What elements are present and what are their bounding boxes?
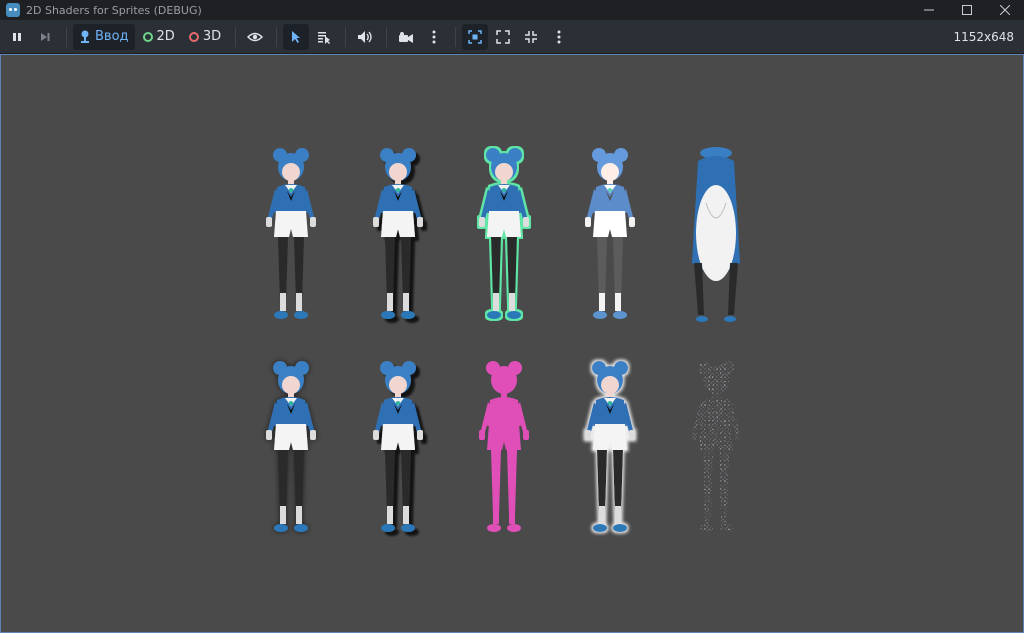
- step-frame-icon: [41, 32, 50, 41]
- select-tool-button[interactable]: [283, 23, 310, 50]
- step-frame-button[interactable]: [32, 24, 58, 50]
- eye-icon: [247, 32, 264, 41]
- view-options-menu-button[interactable]: [546, 24, 572, 50]
- sprite-dark-blur: [251, 356, 331, 546]
- resolution-label: 1152x648: [953, 29, 1014, 44]
- pause-icon: [13, 32, 21, 41]
- sprite-distorted: [676, 143, 756, 333]
- cursor-arrow-icon: [292, 30, 301, 43]
- godot-app-icon: [6, 3, 20, 17]
- title-bar: 2D Shaders for Sprites (DEBUG): [0, 0, 1024, 20]
- mode-2d-label: 2D: [156, 29, 175, 44]
- toolbar-separator: [345, 26, 347, 47]
- toolbar-separator: [455, 26, 457, 47]
- mode-3d-label: 3D: [202, 29, 222, 44]
- window-title: 2D Shaders for Sprites (DEBUG): [26, 3, 202, 17]
- mode-3d-button[interactable]: 3D: [183, 24, 227, 50]
- mode-2d-icon: [142, 31, 153, 42]
- list-cursor-icon: [318, 31, 331, 44]
- sprite-glow: [570, 356, 650, 546]
- sprite-drop-shadow: [358, 356, 438, 546]
- toolbar-separator: [235, 26, 237, 47]
- keep-aspect-button[interactable]: [518, 24, 544, 50]
- camera-icon: [399, 31, 414, 43]
- toolbar-separator: [276, 26, 278, 47]
- minimize-button[interactable]: [910, 0, 948, 20]
- maximize-icon: [962, 5, 972, 15]
- input-mode-label: Ввод: [95, 29, 129, 44]
- toolbar-separator: [386, 26, 388, 47]
- sprite-outline: [464, 143, 544, 333]
- toolbar-separator: [66, 26, 67, 47]
- minimize-icon: [924, 9, 934, 11]
- shrink-icon: [525, 30, 538, 43]
- window-controls: [910, 0, 1024, 20]
- vertical-dots-icon: [432, 30, 436, 43]
- sprite-shadow: [358, 143, 438, 333]
- expand-icon: [496, 29, 510, 44]
- visibility-button[interactable]: [242, 24, 268, 50]
- mode-3d-icon: [188, 31, 199, 42]
- sprite-silhouette: [464, 356, 544, 546]
- stretch-button[interactable]: [490, 24, 516, 50]
- fixed-size-button[interactable]: [462, 23, 489, 50]
- close-icon: [1000, 5, 1010, 15]
- maximize-button[interactable]: [948, 0, 986, 20]
- close-button[interactable]: [986, 0, 1024, 20]
- vertical-dots-icon: [557, 30, 561, 43]
- speaker-icon: [358, 30, 372, 43]
- joystick-icon: [81, 30, 89, 43]
- list-select-button[interactable]: [311, 24, 337, 50]
- pause-button[interactable]: [4, 24, 30, 50]
- sprite-dissolve: [676, 356, 756, 546]
- camera-override-button[interactable]: [393, 24, 419, 50]
- sprite-normal: [251, 143, 331, 333]
- audio-mute-button[interactable]: [352, 24, 378, 50]
- camera-options-menu-button[interactable]: [421, 24, 447, 50]
- game-toolbar: Ввод 2D 3D 1152x648: [0, 20, 1024, 53]
- sprite-brightened: [570, 143, 650, 333]
- mode-2d-button[interactable]: 2D: [137, 24, 181, 50]
- fixed-size-icon: [468, 29, 482, 44]
- input-mode-button[interactable]: Ввод: [73, 23, 135, 50]
- game-viewport[interactable]: [0, 54, 1024, 633]
